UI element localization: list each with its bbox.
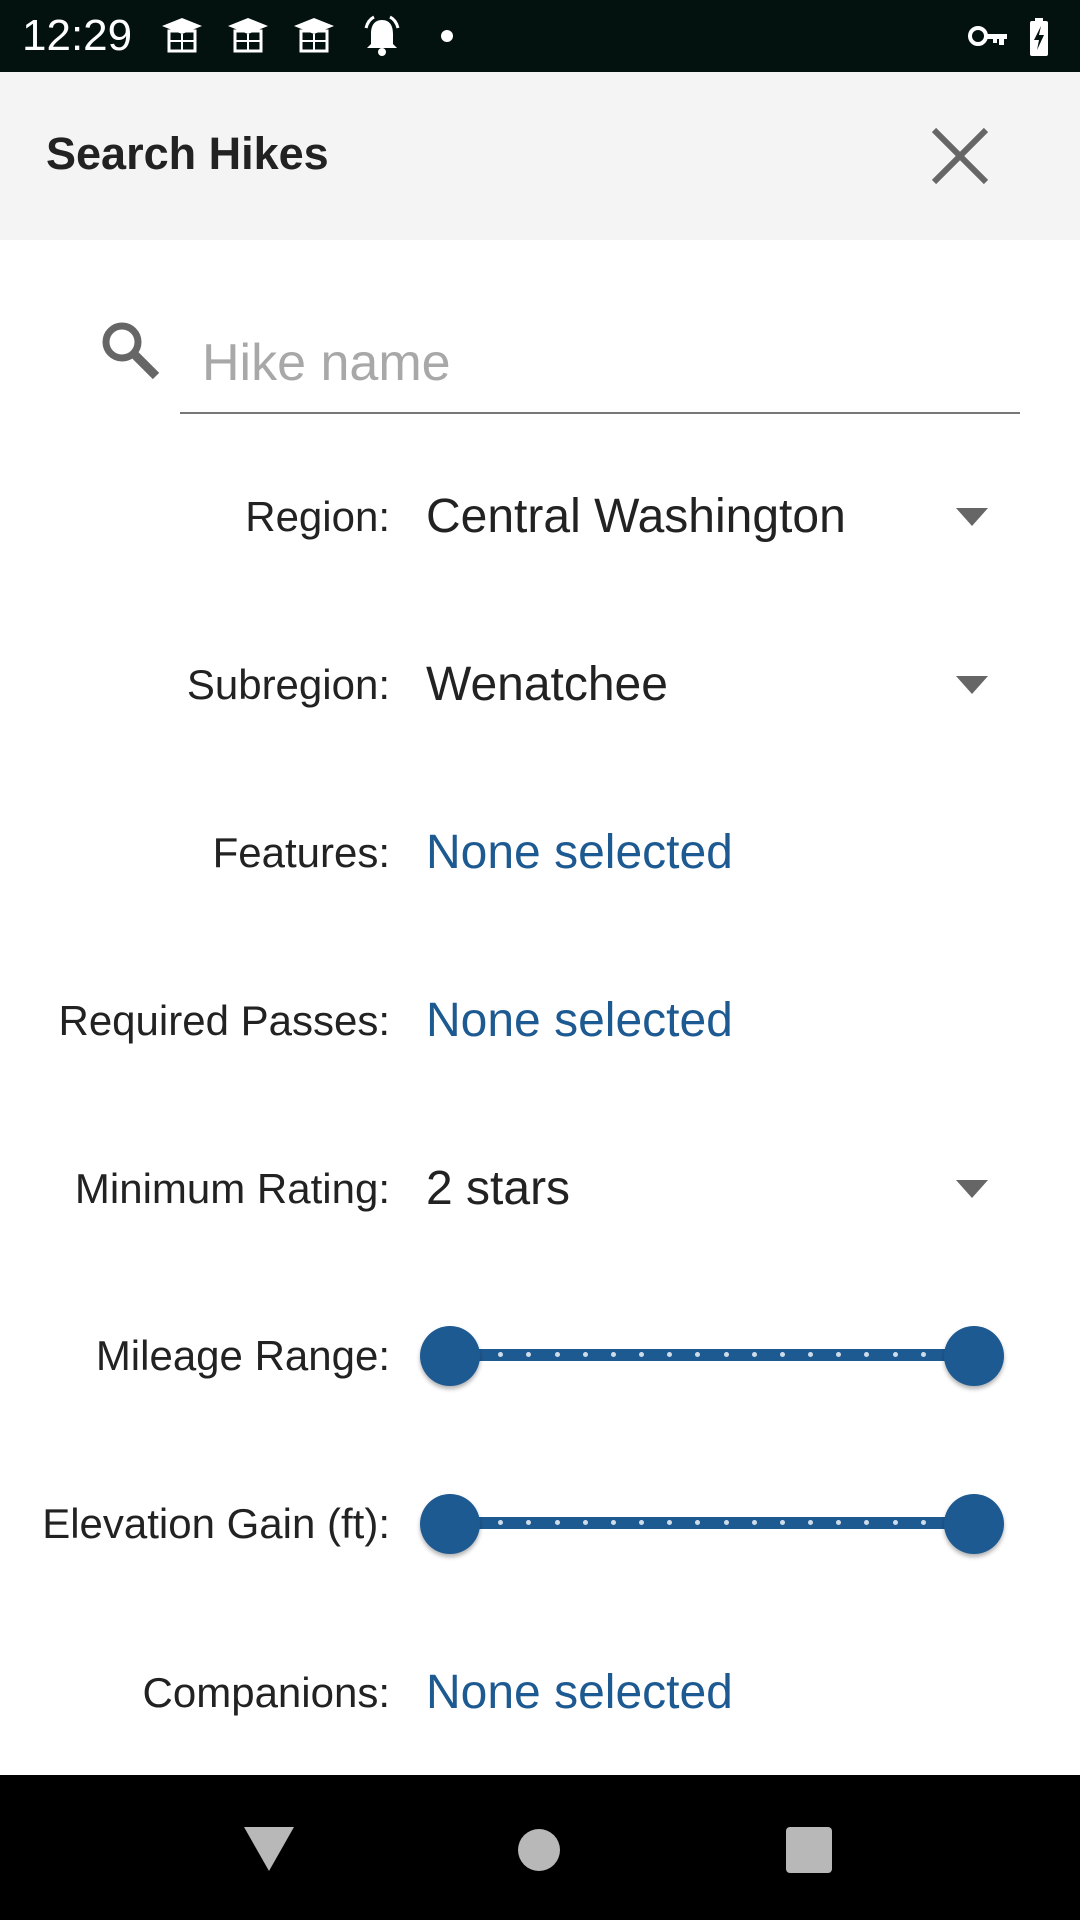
slider-tick xyxy=(526,1352,532,1357)
slider-tick-marks xyxy=(470,1520,954,1526)
slider-min-thumb[interactable] xyxy=(420,1326,480,1386)
slider-tick xyxy=(920,1352,926,1357)
graduation-cap-icon xyxy=(228,18,268,53)
features-label: Features: xyxy=(212,829,390,876)
close-icon[interactable] xyxy=(920,116,1000,196)
slider-tick xyxy=(582,1520,588,1525)
mileage-range-slider[interactable] xyxy=(420,1324,1004,1388)
status-time: 12:29 xyxy=(22,11,133,60)
elevation-gain-slider[interactable] xyxy=(420,1492,1004,1556)
required-passes-row: Required Passes: None selected xyxy=(0,971,1080,1071)
slider-tick xyxy=(554,1352,560,1357)
battery-charging-icon xyxy=(1030,18,1048,56)
required-passes-selector[interactable]: None selected xyxy=(426,971,733,1071)
slider-tick xyxy=(498,1352,504,1357)
search-icon xyxy=(102,322,160,380)
notification-dot-icon xyxy=(441,30,453,42)
slider-tick xyxy=(526,1520,532,1525)
slider-tick xyxy=(751,1520,757,1525)
slider-tick xyxy=(695,1352,701,1357)
slider-tick xyxy=(695,1520,701,1525)
slider-tick xyxy=(639,1352,645,1357)
chevron-down-icon[interactable] xyxy=(956,508,988,526)
slider-tick-marks xyxy=(470,1352,954,1358)
companions-label: Companions: xyxy=(142,1669,390,1716)
graduation-cap-icon xyxy=(294,18,334,53)
chevron-down-icon[interactable] xyxy=(956,676,988,694)
elevation-gain-label: Elevation Gain (ft): xyxy=(42,1500,390,1547)
slider-tick xyxy=(498,1520,504,1525)
slider-tick xyxy=(610,1520,616,1525)
companions-selector[interactable]: None selected xyxy=(426,1643,733,1743)
recents-icon[interactable] xyxy=(774,1815,844,1885)
slider-tick xyxy=(892,1352,898,1357)
slider-tick xyxy=(639,1520,645,1525)
required-passes-label: Required Passes: xyxy=(58,997,390,1044)
page-title: Search Hikes xyxy=(46,128,329,179)
navigation-bar xyxy=(0,1775,1080,1920)
graduation-cap-icon xyxy=(162,18,202,53)
slider-tick xyxy=(723,1520,729,1525)
region-label: Region: xyxy=(245,493,390,540)
slider-tick xyxy=(554,1520,560,1525)
subregion-dropdown-value[interactable]: Wenatchee xyxy=(426,635,668,735)
slider-tick xyxy=(808,1352,814,1357)
alarm-icon xyxy=(364,15,400,56)
app-bar: Search Hikes xyxy=(0,72,1080,240)
slider-tick xyxy=(779,1520,785,1525)
region-row: Region: Central Washington xyxy=(0,467,1080,567)
slider-tick xyxy=(667,1352,673,1357)
minimum-rating-label: Minimum Rating: xyxy=(74,1165,390,1212)
slider-max-thumb[interactable] xyxy=(944,1494,1004,1554)
region-dropdown-value[interactable]: Central Washington xyxy=(426,467,846,567)
features-selector[interactable]: None selected xyxy=(426,803,733,903)
subregion-row: Subregion: Wenatchee xyxy=(0,635,1080,735)
slider-tick xyxy=(892,1520,898,1525)
companions-row: Companions: None selected xyxy=(0,1643,1080,1743)
key-icon xyxy=(968,26,1007,46)
subregion-label: Subregion: xyxy=(186,661,390,708)
slider-tick xyxy=(582,1352,588,1357)
slider-tick xyxy=(864,1520,870,1525)
home-icon[interactable] xyxy=(504,1815,574,1885)
slider-tick xyxy=(920,1520,926,1525)
slider-tick xyxy=(779,1352,785,1357)
slider-tick xyxy=(667,1520,673,1525)
mileage-range-row: Mileage Range: xyxy=(0,1306,1080,1406)
slider-tick xyxy=(864,1352,870,1357)
features-row: Features: None selected xyxy=(0,803,1080,903)
slider-tick xyxy=(610,1352,616,1357)
elevation-gain-row: Elevation Gain (ft): xyxy=(0,1474,1080,1574)
search-input[interactable] xyxy=(180,314,1020,414)
status-bar: 12:29 xyxy=(0,0,1080,72)
slider-max-thumb[interactable] xyxy=(944,1326,1004,1386)
back-icon[interactable] xyxy=(234,1815,304,1885)
slider-min-thumb[interactable] xyxy=(420,1494,480,1554)
slider-tick xyxy=(751,1352,757,1357)
minimum-rating-row: Minimum Rating: 2 stars xyxy=(0,1139,1080,1239)
slider-tick xyxy=(836,1520,842,1525)
chevron-down-icon[interactable] xyxy=(956,1180,988,1198)
slider-tick xyxy=(836,1352,842,1357)
mileage-range-label: Mileage Range: xyxy=(95,1332,390,1379)
slider-tick xyxy=(808,1520,814,1525)
minimum-rating-dropdown-value[interactable]: 2 stars xyxy=(426,1139,570,1239)
slider-tick xyxy=(723,1352,729,1357)
